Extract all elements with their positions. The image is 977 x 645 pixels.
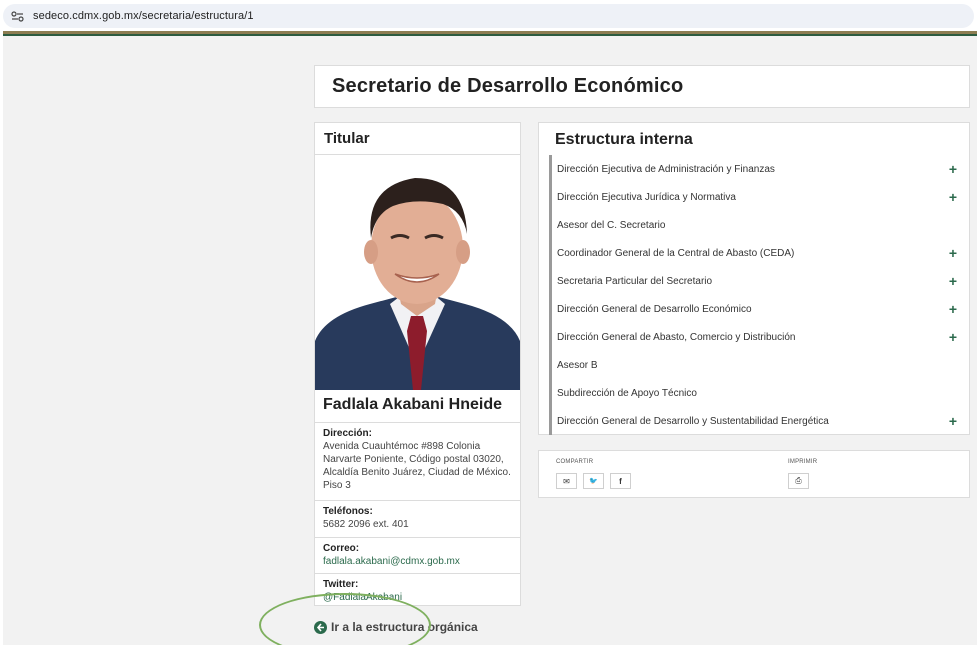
twitter-link[interactable]: @FadlalaAkabani: [323, 591, 512, 604]
estructura-item-label: Subdirección de Apoyo Técnico: [557, 387, 697, 399]
plus-icon[interactable]: +: [949, 245, 957, 261]
correo-block: Correo: fadlala.akabani@cdmx.gob.mx: [315, 537, 520, 573]
plus-icon[interactable]: +: [949, 301, 957, 317]
estructura-item-label: Asesor B: [557, 359, 598, 371]
estructura-item[interactable]: Dirección General de Desarrollo Económic…: [552, 295, 967, 323]
arrow-left-circle-icon: [314, 620, 327, 634]
telefonos-label: Teléfonos:: [323, 506, 373, 517]
estructura-organica-link[interactable]: Ir a la estructura orgánica: [314, 620, 478, 634]
estructura-item-label: Coordinador General de la Central de Aba…: [557, 247, 795, 259]
browser-address-bar: sedeco.cdmx.gob.mx/secretaria/estructura…: [0, 0, 977, 31]
estructura-item[interactable]: Dirección Ejecutiva de Administración y …: [552, 155, 967, 183]
facebook-icon: f: [619, 476, 622, 486]
url-text: sedeco.cdmx.gob.mx/secretaria/estructura…: [33, 10, 254, 22]
direccion-label: Dirección:: [323, 428, 372, 439]
plus-icon[interactable]: +: [949, 161, 957, 177]
telefonos-block: Teléfonos: 5682 2096 ext. 401: [315, 500, 520, 537]
estructura-card: Estructura interna Dirección Ejecutiva d…: [538, 122, 970, 435]
url-bar[interactable]: sedeco.cdmx.gob.mx/secretaria/estructura…: [3, 4, 974, 28]
share-twitter-button[interactable]: 🐦: [583, 473, 604, 489]
telefonos-value: 5682 2096 ext. 401: [323, 519, 409, 530]
plus-icon[interactable]: +: [949, 329, 957, 345]
page-title: Secretario de Desarrollo Económico: [332, 75, 684, 97]
estructura-item[interactable]: Dirección Ejecutiva Jurídica y Normativa…: [552, 183, 967, 211]
estructura-item[interactable]: Dirección General de Desarrollo y Susten…: [552, 407, 967, 435]
print-button[interactable]: ⎙: [788, 473, 809, 489]
organica-link-label: Ir a la estructura orgánica: [331, 620, 478, 634]
direccion-value: Avenida Cuauhtémoc #898 Colonia Narvarte…: [323, 441, 511, 491]
estructura-item[interactable]: Subdirección de Apoyo Técnico: [552, 379, 967, 407]
estructura-item[interactable]: Secretaria Particular del Secretario +: [552, 267, 967, 295]
titular-heading: Titular: [315, 123, 520, 155]
twitter-label: Twitter:: [323, 579, 359, 590]
title-card: Secretario de Desarrollo Económico: [314, 65, 970, 108]
estructura-item-label: Dirección General de Abasto, Comercio y …: [557, 331, 796, 343]
plus-icon[interactable]: +: [949, 189, 957, 205]
share-facebook-button[interactable]: f: [610, 473, 631, 489]
estructura-item[interactable]: Coordinador General de la Central de Aba…: [552, 239, 967, 267]
estructura-item-label: Dirección Ejecutiva Jurídica y Normativa: [557, 191, 736, 203]
share-email-button[interactable]: ✉: [556, 473, 577, 489]
titular-name: Fadlala Akabani Hneide: [323, 396, 503, 413]
correo-label: Correo:: [323, 543, 360, 554]
estructura-item[interactable]: Asesor B: [552, 351, 967, 379]
page-content: Secretario de Desarrollo Económico Titul…: [3, 31, 977, 645]
email-icon: ✉: [563, 476, 570, 486]
estructura-item[interactable]: Asesor del C. Secretario: [552, 211, 967, 239]
header-stripe-green: [3, 34, 977, 36]
estructura-heading: Estructura interna: [555, 131, 693, 148]
estructura-item-label: Secretaria Particular del Secretario: [557, 275, 713, 287]
print-icon: ⎙: [795, 476, 802, 485]
titular-photo: [315, 156, 520, 390]
compartir-label: COMPARTIR: [556, 459, 594, 465]
plus-icon[interactable]: +: [949, 413, 957, 429]
direccion-block: Dirección: Avenida Cuauhtémoc #898 Colon…: [315, 422, 520, 500]
titular-card: Titular Fadlala Akabani Hneide Dirección…: [314, 122, 521, 606]
correo-link[interactable]: fadlala.akabani@cdmx.gob.mx: [323, 555, 512, 568]
estructura-list: Dirección Ejecutiva de Administración y …: [549, 155, 967, 435]
estructura-item-label: Dirección Ejecutiva de Administración y …: [557, 163, 775, 175]
estructura-item-label: Dirección General de Desarrollo Económic…: [557, 303, 752, 315]
twitter-icon: 🐦: [589, 478, 598, 485]
estructura-item-label: Asesor del C. Secretario: [557, 219, 666, 231]
site-info-icon[interactable]: [5, 4, 29, 28]
estructura-item-label: Dirección General de Desarrollo y Susten…: [557, 415, 829, 427]
imprimir-label: IMPRIMIR: [788, 459, 818, 465]
estructura-item[interactable]: Dirección General de Abasto, Comercio y …: [552, 323, 967, 351]
share-card: COMPARTIR IMPRIMIR ✉ 🐦 f ⎙: [538, 450, 970, 498]
plus-icon[interactable]: +: [949, 273, 957, 289]
twitter-block: Twitter: @FadlalaAkabani: [315, 573, 520, 606]
